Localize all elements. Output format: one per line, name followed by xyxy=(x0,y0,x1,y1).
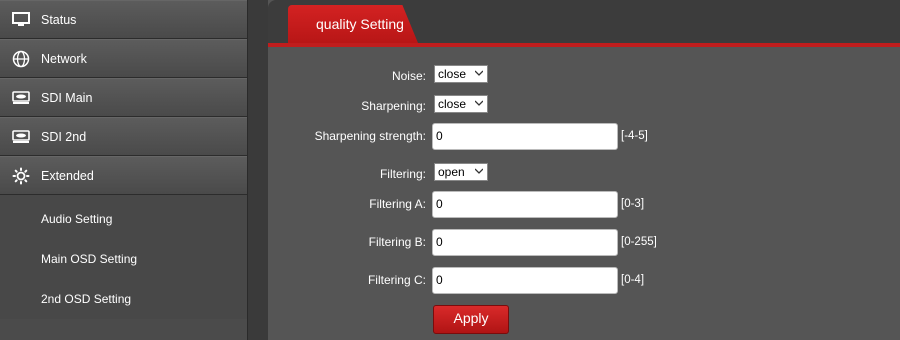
sharpening-strength-range: [-4-5] xyxy=(621,130,648,142)
divider xyxy=(248,0,268,340)
sidebar-item-sdi-main[interactable]: SDI Main xyxy=(0,78,247,117)
sidebar-item-label: Network xyxy=(41,51,87,66)
tab-bar: quality Setting xyxy=(268,0,900,47)
filtering-c-range: [0-4] xyxy=(621,274,645,286)
filtering-b-input[interactable]: 0 xyxy=(432,229,618,256)
submenu-item-audio-setting[interactable]: Audio Setting xyxy=(0,199,247,239)
submenu-item-main-osd-setting[interactable]: Main OSD Setting xyxy=(0,239,247,279)
filtering-label: Filtering: xyxy=(379,167,426,181)
chevron-down-icon xyxy=(475,168,483,174)
filtering-a-input[interactable]: 0 xyxy=(432,191,618,218)
monitor-icon xyxy=(11,10,31,30)
globe-icon xyxy=(11,49,31,69)
apply-button[interactable]: Apply xyxy=(433,305,509,334)
extended-submenu: Audio Setting Main OSD Setting 2nd OSD S… xyxy=(0,195,247,319)
sharpening-strength-row: Sharpening strength: 0 [-4-5] xyxy=(268,123,900,150)
submenu-item-2nd-osd-setting[interactable]: 2nd OSD Setting xyxy=(0,279,247,319)
filtering-b-range: [0-255] xyxy=(621,236,657,248)
sharpening-strength-label: Sharpening strength: xyxy=(314,129,426,143)
sidebar-item-label: Status xyxy=(41,12,77,27)
sidebar-item-label: Extended xyxy=(41,168,94,183)
noise-select[interactable]: close xyxy=(434,65,488,83)
filtering-a-range: [0-3] xyxy=(621,198,645,210)
filtering-b-label: Filtering B: xyxy=(368,235,426,249)
sharpening-strength-input[interactable]: 0 xyxy=(432,123,618,150)
sidebar-item-label: SDI 2nd xyxy=(41,129,87,144)
sharpening-row: Sharpening: close xyxy=(268,95,900,119)
filtering-c-input[interactable]: 0 xyxy=(432,267,618,294)
disk-icon xyxy=(11,88,31,108)
filtering-row: Filtering: open xyxy=(268,163,900,187)
filtering-a-row: Filtering A: 0 [0-3] xyxy=(268,191,900,218)
filtering-b-row: Filtering B: 0 [0-255] xyxy=(268,229,900,256)
sharpening-label: Sharpening: xyxy=(361,99,426,113)
chevron-down-icon xyxy=(475,70,483,76)
noise-row: Noise: close xyxy=(268,65,900,89)
tab-quality-setting[interactable]: quality Setting xyxy=(288,5,418,43)
sidebar-item-network[interactable]: Network xyxy=(0,39,247,78)
disk-icon xyxy=(11,127,31,147)
sidebar-item-label: SDI Main xyxy=(41,90,93,105)
main-panel: quality Setting Noise: close Sharpening:… xyxy=(268,0,900,340)
chevron-down-icon xyxy=(475,100,483,106)
sidebar: Status Network SDI Main SDI 2nd Extended… xyxy=(0,0,248,340)
sidebar-item-sdi-2nd[interactable]: SDI 2nd xyxy=(0,117,247,156)
filtering-c-label: Filtering C: xyxy=(367,273,426,287)
sidebar-item-extended[interactable]: Extended xyxy=(0,156,247,195)
sharpening-select[interactable]: close xyxy=(434,95,488,113)
filtering-select[interactable]: open xyxy=(434,163,488,181)
filtering-c-row: Filtering C: 0 [0-4] xyxy=(268,267,900,294)
gear-icon xyxy=(11,166,31,186)
noise-label: Noise: xyxy=(391,69,426,83)
filtering-a-label: Filtering A: xyxy=(369,197,426,211)
sidebar-item-status[interactable]: Status xyxy=(0,0,247,39)
